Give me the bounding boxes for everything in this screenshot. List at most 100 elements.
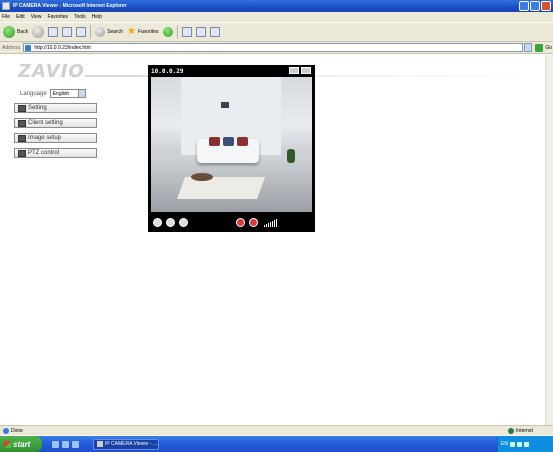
language-label: Language bbox=[20, 90, 47, 97]
home-icon[interactable] bbox=[76, 27, 87, 37]
ptz-control-label: PTZ control bbox=[28, 150, 60, 156]
close-button[interactable] bbox=[541, 1, 551, 11]
system-tray: EN bbox=[497, 436, 553, 452]
favorites-star-icon: ★ bbox=[126, 26, 136, 37]
toolbar-separator bbox=[176, 25, 178, 39]
address-url: http://10.0.0.23/index.htm bbox=[34, 44, 91, 51]
edit-page-icon[interactable] bbox=[209, 27, 220, 37]
windows-taskbar: start IP CAMERA Viewer - ... EN bbox=[0, 436, 553, 452]
camera-viewer: 10.0.0.29 bbox=[148, 65, 315, 232]
snapshot-icon[interactable] bbox=[289, 67, 299, 74]
sofa-pillow bbox=[209, 137, 220, 146]
zoom-icon[interactable] bbox=[153, 218, 162, 227]
back-button[interactable]: Back bbox=[3, 26, 28, 38]
language-indicator[interactable]: EN bbox=[501, 441, 508, 447]
menu-bar: File Edit View Favorites Tools Help bbox=[0, 12, 553, 22]
language-row: Language English bbox=[20, 89, 86, 98]
quick-launch-icon[interactable] bbox=[62, 440, 69, 448]
stop-video-icon[interactable] bbox=[179, 218, 188, 227]
ie-task-icon bbox=[97, 441, 103, 447]
pause-icon[interactable] bbox=[166, 218, 175, 227]
search-button[interactable]: Search bbox=[95, 27, 123, 37]
zavio-logo: ZAVIO bbox=[18, 61, 85, 82]
start-label: start bbox=[13, 439, 31, 449]
windows-flag-icon bbox=[4, 440, 11, 448]
camera-ip-label: 10.0.0.29 bbox=[151, 68, 184, 75]
mail-icon[interactable] bbox=[181, 27, 192, 37]
menu-tools[interactable]: Tools bbox=[74, 14, 86, 20]
stop-icon[interactable] bbox=[48, 27, 59, 37]
menu-edit[interactable]: Edit bbox=[16, 14, 25, 20]
window-titlebar: IP CAMERA Viewer - Microsoft Internet Ex… bbox=[0, 0, 553, 12]
internet-globe-icon bbox=[508, 428, 515, 434]
tray-icon[interactable] bbox=[516, 441, 522, 447]
sofa-pillow bbox=[223, 137, 234, 146]
minimize-button[interactable] bbox=[519, 1, 529, 11]
status-bar: Done Internet bbox=[0, 425, 553, 435]
sofa-pillow bbox=[237, 137, 248, 146]
quick-launch bbox=[52, 440, 79, 448]
camera-control-bar bbox=[148, 213, 315, 232]
tray-icon[interactable] bbox=[523, 441, 529, 447]
setting-button[interactable]: Setting bbox=[14, 103, 97, 113]
menu-favorites[interactable]: Favorites bbox=[47, 14, 68, 20]
language-select[interactable]: English bbox=[49, 89, 86, 98]
client-setting-label: Client setting bbox=[28, 120, 63, 126]
start-button[interactable]: start bbox=[0, 436, 42, 452]
window-controls bbox=[519, 1, 551, 11]
toolbar-separator bbox=[90, 25, 92, 39]
record-icon[interactable] bbox=[236, 218, 245, 227]
volume-indicator[interactable] bbox=[264, 218, 277, 227]
refresh-icon[interactable] bbox=[62, 27, 73, 37]
tray-icon[interactable] bbox=[509, 441, 515, 447]
address-bar: Address http://10.0.0.23/index.htm Go bbox=[0, 42, 553, 54]
coffee-table bbox=[191, 173, 213, 181]
language-value: English bbox=[52, 90, 70, 97]
client-setting-button[interactable]: Client setting bbox=[14, 118, 97, 128]
maximize-button[interactable] bbox=[530, 1, 540, 11]
ptz-icon bbox=[18, 149, 26, 157]
setting-icon bbox=[18, 104, 26, 112]
menu-view[interactable]: View bbox=[31, 14, 42, 20]
favorites-button[interactable]: ★ Favorites bbox=[127, 27, 159, 37]
image-setup-button[interactable]: Image setup bbox=[14, 133, 97, 143]
room-rug bbox=[176, 177, 266, 199]
go-arrow-icon bbox=[535, 43, 544, 52]
image-icon bbox=[18, 134, 26, 142]
camera-top-controls bbox=[289, 67, 311, 74]
setting-label: Setting bbox=[28, 105, 47, 111]
menu-help[interactable]: Help bbox=[92, 14, 102, 20]
address-dropdown-button[interactable] bbox=[524, 43, 533, 52]
vertical-scrollbar[interactable] bbox=[545, 55, 553, 425]
address-input[interactable]: http://10.0.0.23/index.htm bbox=[23, 43, 524, 52]
camera-video-feed[interactable] bbox=[151, 77, 312, 212]
page-icon bbox=[25, 45, 32, 51]
go-button[interactable]: Go bbox=[535, 43, 553, 52]
fullscreen-icon[interactable] bbox=[301, 67, 311, 74]
favorites-label: Favorites bbox=[137, 29, 159, 35]
status-text: Done bbox=[11, 427, 23, 434]
zone-label: Internet bbox=[516, 428, 533, 434]
house-plant bbox=[287, 149, 295, 163]
history-icon[interactable] bbox=[162, 27, 173, 37]
go-label: Go bbox=[545, 44, 553, 51]
ie-window-icon bbox=[2, 2, 10, 10]
menu-file[interactable]: File bbox=[2, 14, 10, 20]
back-label: Back bbox=[17, 29, 29, 35]
taskbar-item-ip-camera[interactable]: IP CAMERA Viewer - ... bbox=[93, 438, 159, 450]
back-arrow-icon bbox=[3, 26, 15, 38]
forward-button[interactable] bbox=[32, 26, 45, 38]
image-setup-label: Image setup bbox=[28, 135, 62, 141]
window-title: IP CAMERA Viewer - Microsoft Internet Ex… bbox=[13, 3, 127, 9]
chevron-down-icon bbox=[77, 90, 85, 97]
quick-launch-icon[interactable] bbox=[52, 440, 59, 448]
print-icon[interactable] bbox=[195, 27, 206, 37]
search-icon bbox=[95, 27, 106, 37]
quick-launch-icon[interactable] bbox=[72, 440, 79, 448]
ie-status-icon bbox=[3, 427, 9, 434]
address-label: Address bbox=[2, 44, 21, 51]
ptz-control-button[interactable]: PTZ control bbox=[14, 148, 97, 158]
wall-picture bbox=[221, 102, 229, 108]
audio-icon[interactable] bbox=[249, 218, 258, 227]
client-icon bbox=[18, 119, 26, 127]
